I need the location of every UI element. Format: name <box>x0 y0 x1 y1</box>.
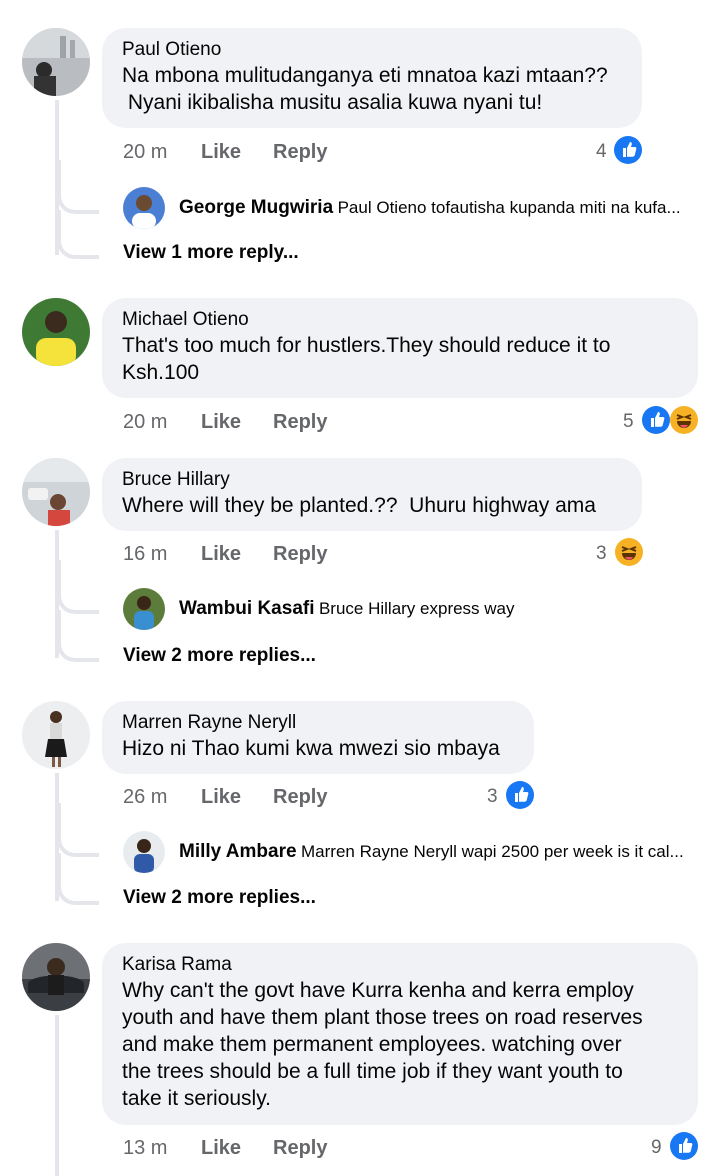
avatar[interactable] <box>22 458 90 526</box>
reply-connector <box>57 803 99 857</box>
reaction-count[interactable]: 3 <box>596 543 607 565</box>
reaction-count[interactable]: 9 <box>651 1137 662 1159</box>
like-reaction-icon[interactable] <box>614 136 642 164</box>
reply-button[interactable]: Reply <box>273 1136 327 1160</box>
like-button[interactable]: Like <box>201 410 241 434</box>
comment-bubble[interactable]: Michael Otieno That's too much for hustl… <box>102 298 698 398</box>
reply-connector <box>57 853 99 905</box>
comment-time[interactable]: 16 m <box>123 542 167 566</box>
comment-time[interactable]: 13 m <box>123 1136 167 1160</box>
avatar[interactable] <box>22 298 90 366</box>
reply-text: Paul Otieno tofautisha kupanda miti na k… <box>337 198 681 217</box>
reaction-count[interactable]: 5 <box>623 411 634 433</box>
like-button[interactable]: Like <box>201 542 241 566</box>
comment-author[interactable]: Paul Otieno <box>122 38 622 62</box>
comment-text: Na mbona mulitudanganya eti mnatoa kazi … <box>122 64 608 114</box>
haha-reaction-icon[interactable] <box>670 406 698 434</box>
comment-bubble[interactable]: Bruce Hillary Where will they be planted… <box>102 458 642 531</box>
comment-author[interactable]: Marren Rayne Neryll <box>122 711 514 735</box>
reply-preview[interactable]: Milly Ambare Marren Rayne Neryll wapi 25… <box>179 841 684 863</box>
avatar[interactable] <box>22 701 90 769</box>
comment-text: Hizo ni Thao kumi kwa mwezi sio mbaya <box>122 737 500 760</box>
thread-line <box>55 1015 59 1176</box>
like-reaction-icon[interactable] <box>670 1132 698 1160</box>
comment-bubble[interactable]: Paul Otieno Na mbona mulitudanganya eti … <box>102 28 642 128</box>
comment-author[interactable]: Karisa Rama <box>122 953 678 977</box>
reply-button[interactable]: Reply <box>273 785 327 809</box>
reply-avatar[interactable] <box>123 187 165 229</box>
reply-avatar[interactable] <box>123 588 165 630</box>
comment-time[interactable]: 20 m <box>123 140 167 164</box>
reply-author[interactable]: Wambui Kasafi <box>179 598 315 619</box>
comment-text: That's too much for hustlers.They should… <box>122 334 611 384</box>
comment-text: Where will they be planted.?? Uhuru high… <box>122 494 596 517</box>
comment-text: Why can't the govt have Kurra kenha and … <box>122 979 643 1110</box>
reply-text: Marren Rayne Neryll wapi 2500 per week i… <box>301 842 684 861</box>
like-button[interactable]: Like <box>201 140 241 164</box>
reply-author[interactable]: George Mugwiria <box>179 197 333 218</box>
reaction-count[interactable]: 3 <box>487 786 498 808</box>
view-more-replies-link[interactable]: View 2 more replies... <box>123 887 316 909</box>
reply-button[interactable]: Reply <box>273 140 327 164</box>
reply-connector <box>57 210 99 259</box>
comment-author[interactable]: Michael Otieno <box>122 308 678 332</box>
comment-time[interactable]: 20 m <box>123 410 167 434</box>
reply-connector <box>57 160 99 214</box>
like-button[interactable]: Like <box>201 785 241 809</box>
cropped-previous-text: · · · · · · · · <box>230 0 322 9</box>
haha-reaction-icon[interactable] <box>615 538 643 566</box>
avatar[interactable] <box>22 28 90 96</box>
reply-avatar[interactable] <box>123 831 165 873</box>
like-button[interactable]: Like <box>201 1136 241 1160</box>
reply-button[interactable]: Reply <box>273 542 327 566</box>
comment-bubble[interactable]: Marren Rayne Neryll Hizo ni Thao kumi kw… <box>102 701 534 774</box>
reply-connector <box>57 610 99 662</box>
reply-text: Bruce Hillary express way <box>318 599 515 618</box>
comment-time[interactable]: 26 m <box>123 785 167 809</box>
view-more-replies-link[interactable]: View 1 more reply... <box>123 242 299 264</box>
reply-connector <box>57 560 99 614</box>
view-more-replies-link[interactable]: View 2 more replies... <box>123 645 316 667</box>
comment-bubble[interactable]: Karisa Rama Why can't the govt have Kurr… <box>102 943 698 1125</box>
avatar[interactable] <box>22 943 90 1011</box>
reply-preview[interactable]: George Mugwiria Paul Otieno tofautisha k… <box>179 197 681 219</box>
like-reaction-icon[interactable] <box>506 781 534 809</box>
comment-author[interactable]: Bruce Hillary <box>122 468 622 492</box>
like-reaction-icon[interactable] <box>642 406 670 434</box>
reaction-count[interactable]: 4 <box>596 141 607 163</box>
reply-button[interactable]: Reply <box>273 410 327 434</box>
reply-author[interactable]: Milly Ambare <box>179 841 297 862</box>
reply-preview[interactable]: Wambui Kasafi Bruce Hillary express way <box>179 598 515 620</box>
